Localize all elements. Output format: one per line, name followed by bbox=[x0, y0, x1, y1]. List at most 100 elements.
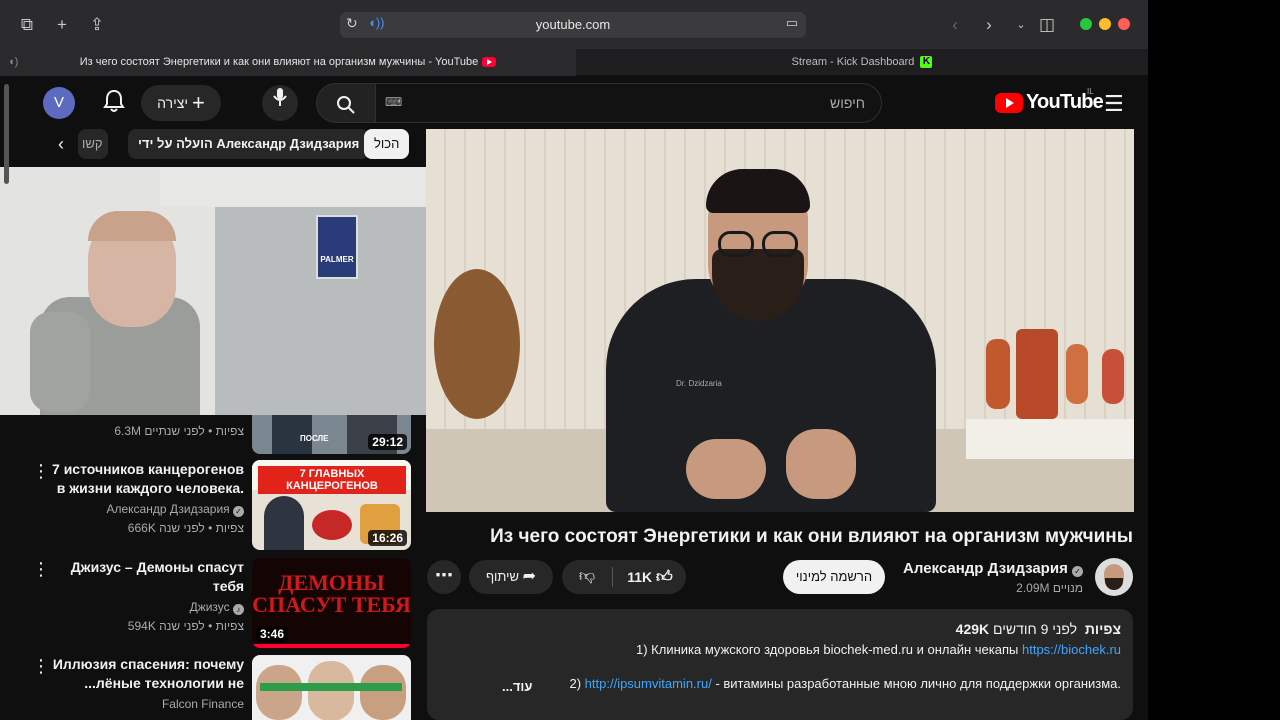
voice-search-mic-icon[interactable] bbox=[262, 85, 298, 121]
channel-avatar[interactable] bbox=[1095, 558, 1133, 596]
divider bbox=[612, 567, 613, 587]
like-button[interactable]: 11K 👍︎ bbox=[614, 560, 686, 594]
show-more-link[interactable]: ...עוד bbox=[502, 679, 532, 694]
description-box[interactable]: 429K צפיות לפני 9 חודשים 1) Клиника мужс… bbox=[427, 609, 1133, 720]
list-item[interactable]: ПОСЛЕ 29:12 6.3M צפיות • לפני שנתיים bbox=[10, 410, 426, 454]
zoom-window-button[interactable] bbox=[1080, 18, 1092, 30]
description-text: 1) Клиника мужского здоровья biochek-med… bbox=[636, 642, 1019, 657]
share-icon[interactable]: ⇪ bbox=[86, 14, 108, 36]
channel-name-text: Александр Дзидзария bbox=[106, 502, 230, 516]
share-label: שיתוף bbox=[485, 569, 520, 584]
description-stats: 429K צפיות לפני 9 חודשים bbox=[439, 621, 1121, 637]
youtube-favicon-icon bbox=[482, 57, 497, 68]
scrollbar[interactable] bbox=[4, 84, 9, 184]
filter-chips: ‹ קשו הועלה על ידי Александр Дзидзария ה… bbox=[10, 129, 426, 167]
search-input[interactable]: חיפוש bbox=[375, 83, 882, 123]
thumbs-down-icon: 👎︎ bbox=[578, 568, 596, 585]
more-horiz-icon[interactable]: ⋯ bbox=[427, 560, 461, 594]
thumbnail-text: ДЕМОНЫ СПАСУТ ТЕБЯ bbox=[252, 570, 411, 617]
browser-window: ⧉ + ⇪ ↻ ◖)) youtube.com ▭ ‹ › ⌄ ◫ ◖) Из … bbox=[0, 0, 1148, 720]
back-icon[interactable]: ‹ bbox=[944, 14, 966, 36]
close-window-button[interactable] bbox=[1118, 18, 1130, 30]
tab-youtube-label: Из чего состоят Энергетики и как они вли… bbox=[79, 56, 479, 68]
channel-name-text: Джизус bbox=[189, 600, 230, 614]
chevron-down-icon[interactable]: ⌄ bbox=[1010, 14, 1032, 36]
verified-icon: ✓ bbox=[1072, 566, 1083, 577]
account-avatar[interactable]: V bbox=[43, 87, 75, 119]
new-tab-icon[interactable]: + bbox=[51, 14, 73, 36]
keyboard-icon[interactable]: ⌨ bbox=[385, 95, 402, 109]
verified-icon: ✓ bbox=[233, 506, 244, 517]
video-meta: 6.3M צפיות • לפני שנתיים bbox=[114, 424, 244, 438]
wall-poster: PALMER bbox=[316, 215, 358, 279]
tab-overview-icon[interactable]: ⧉ bbox=[16, 14, 38, 36]
more-vert-icon[interactable]: ⋮ bbox=[32, 560, 50, 578]
video-thumbnail[interactable]: ПОСЛЕ 29:12 bbox=[252, 410, 411, 454]
like-count: 11K bbox=[627, 569, 653, 585]
video-duration: 16:26 bbox=[368, 530, 407, 546]
thumbs-up-icon: 👍︎ bbox=[656, 569, 673, 586]
forward-icon[interactable]: › bbox=[978, 14, 1000, 36]
description-text: 2) bbox=[569, 676, 582, 691]
thumbnail-text: ПОСЛЕ bbox=[300, 434, 329, 443]
more-vert-icon[interactable]: ⋮ bbox=[32, 657, 50, 675]
description-line-2: 2) http://ipsumvitamin.ru/ - витамины ра… bbox=[439, 676, 1121, 691]
globe-decoration bbox=[434, 269, 520, 419]
kick-favicon-icon: K bbox=[920, 56, 933, 69]
description-link[interactable]: http://ipsumvitamin.ru/ bbox=[585, 676, 712, 691]
description-text: - витамины разработанные мною лично для … bbox=[711, 676, 1121, 691]
notifications-bell-icon[interactable] bbox=[100, 89, 128, 117]
description-line-1: 1) Клиника мужского здоровья biochek-med… bbox=[439, 642, 1121, 657]
search-button[interactable] bbox=[316, 83, 376, 123]
dislike-button[interactable]: 👎︎ bbox=[562, 560, 612, 594]
video-thumbnail[interactable] bbox=[252, 655, 411, 720]
subscribe-button[interactable]: הרשמה למינוי bbox=[783, 560, 885, 594]
tab-bar: ◖) Из чего состоят Энергетики и как они … bbox=[0, 49, 1148, 76]
subscriber-count: 2.09M מנויים bbox=[1016, 581, 1083, 595]
reader-icon[interactable]: ▭ bbox=[786, 15, 798, 31]
video-title[interactable]: Джизус – Демоны спасут тебя bbox=[50, 558, 244, 596]
description-link[interactable]: https://biochek.ru bbox=[1022, 642, 1121, 657]
speaker-icon[interactable]: ◖) bbox=[8, 49, 18, 76]
video-title[interactable]: Иллюзия спасения: почему ...лёные технол… bbox=[50, 655, 244, 695]
country-code: IL bbox=[1087, 87, 1094, 96]
video-meta: 666K צפיות • לפני שנה bbox=[127, 521, 244, 535]
channel-name[interactable]: Александр Дзидзария ✓ bbox=[106, 502, 244, 517]
video-title[interactable]: 7 источников канцерогенов в жизни каждог… bbox=[50, 460, 244, 500]
url-text: youtube.com bbox=[535, 17, 611, 32]
chip-uploaded-by[interactable]: הועלה על ידי Александр Дзидзария bbox=[128, 129, 370, 159]
list-item[interactable]: ⋮ 7 источников канцерогенов в жизни кажд… bbox=[10, 460, 426, 552]
share-arrow-icon: ➦ bbox=[522, 568, 537, 585]
youtube-play-icon bbox=[995, 93, 1023, 113]
tab-kick[interactable]: Stream - Kick Dashboard K bbox=[576, 49, 1148, 76]
tab-youtube[interactable]: ◖) Из чего состоят Энергетики и как они … bbox=[0, 49, 576, 76]
webcam-overlay: PALMER bbox=[0, 167, 440, 415]
like-dislike-group: 11K 👍︎ 👎︎ bbox=[562, 560, 686, 594]
create-label: יצירה bbox=[157, 95, 188, 111]
video-title: Из чего состоят Энергетики и как они вли… bbox=[490, 526, 1133, 547]
channel-name[interactable]: Александр Дзидзария ✓ bbox=[903, 560, 1083, 577]
minimize-window-button[interactable] bbox=[1099, 18, 1111, 30]
list-item[interactable]: ⋮ Джизус – Демоны спасут тебя Джизус ♪ 5… bbox=[10, 558, 426, 650]
menu-hamburger-icon[interactable]: ☰ bbox=[1104, 91, 1126, 116]
video-actions-row: Александр Дзидзария ✓ 2.09M מנויים הרשמה… bbox=[427, 556, 1133, 600]
video-thumbnail[interactable]: 7 ГЛАВНЫХ КАНЦЕРОГЕНОВ 16:26 bbox=[252, 460, 411, 550]
video-meta: 594K צפיות • לפני שנה bbox=[127, 619, 244, 633]
video-player[interactable]: Dr. Dzidzaria bbox=[426, 129, 1134, 512]
create-button[interactable]: יצירה + bbox=[141, 85, 221, 121]
chip-related[interactable]: קשו bbox=[78, 129, 108, 159]
list-item[interactable]: ⋮ Иллюзия спасения: почему ...лёные техн… bbox=[10, 655, 426, 720]
video-duration: 3:46 bbox=[256, 626, 289, 642]
channel-name-text: Александр Дзидзария bbox=[903, 560, 1068, 577]
chip-all[interactable]: הכול bbox=[364, 129, 410, 159]
channel-name[interactable]: Falcon Finance bbox=[162, 697, 244, 711]
verified-icon: ♪ bbox=[233, 604, 244, 615]
more-vert-icon[interactable]: ⋮ bbox=[32, 462, 50, 480]
chevron-left-icon[interactable]: ‹ bbox=[46, 129, 76, 159]
video-thumbnail[interactable]: ДЕМОНЫ СПАСУТ ТЕБЯ 3:46 bbox=[252, 558, 411, 648]
address-bar[interactable]: ↻ ◖)) youtube.com ▭ bbox=[340, 12, 806, 38]
channel-name[interactable]: Джизус ♪ bbox=[190, 600, 244, 615]
sidebar-toggle-icon[interactable]: ◫ bbox=[1036, 14, 1058, 36]
thumbnail-text: 7 ГЛАВНЫХ КАНЦЕРОГЕНОВ bbox=[258, 466, 406, 494]
share-button[interactable]: שיתוף ➦ bbox=[469, 560, 553, 594]
